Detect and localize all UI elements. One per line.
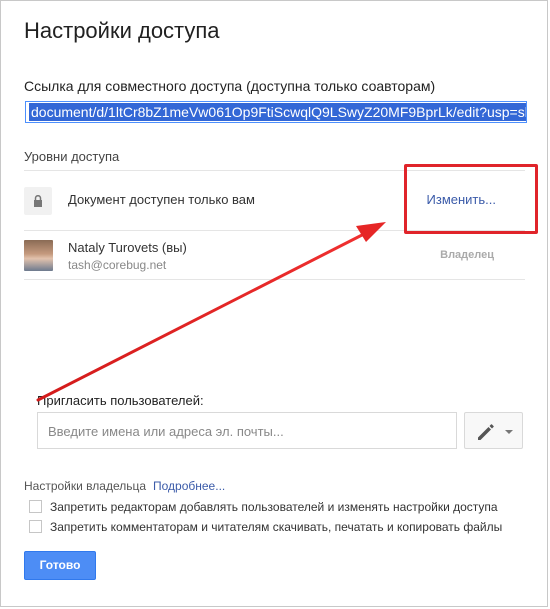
lock-icon	[24, 187, 52, 215]
pencil-icon	[478, 424, 494, 440]
divider	[24, 279, 525, 280]
checkbox-label: Запретить редакторам добавлять пользоват…	[50, 500, 498, 514]
document-access-text: Документ доступен только вам	[68, 192, 255, 207]
access-levels-label: Уровни доступа	[24, 149, 120, 164]
invite-label: Пригласить пользователей:	[37, 393, 204, 408]
chevron-down-icon	[505, 430, 513, 434]
checkbox[interactable]	[29, 500, 42, 513]
invite-input[interactable]: Введите имена или адреса эл. почты...	[37, 412, 457, 449]
checkbox[interactable]	[29, 520, 42, 533]
learn-more-link[interactable]: Подробнее...	[153, 479, 225, 493]
checkbox-label: Запретить комментаторам и читателям скач…	[50, 520, 503, 534]
permission-dropdown[interactable]	[464, 412, 523, 449]
share-link-field[interactable]: document/d/1ltCr8bZ1meVw061Op9FtiScwqlQ9…	[25, 101, 527, 123]
dialog-title: Настройки доступа	[24, 18, 220, 43]
done-button[interactable]: Готово	[24, 551, 96, 580]
checkbox-row[interactable]: Запретить редакторам добавлять пользоват…	[29, 500, 498, 514]
sharing-dialog: Настройки доступа Ссылка для совместного…	[0, 0, 548, 607]
owner-role-label: Владелец	[440, 249, 494, 261]
share-link-value[interactable]: document/d/1ltCr8bZ1meVw061Op9FtiScwqlQ9…	[29, 103, 526, 121]
avatar	[24, 240, 53, 271]
user-row: Nataly Turovets (вы) tash@corebug.net Вл…	[24, 240, 525, 274]
annotation-highlight-box	[404, 164, 538, 234]
owner-settings-label: Настройки владельца	[24, 479, 147, 493]
user-email: tash@corebug.net	[68, 258, 167, 272]
user-name: Nataly Turovets (вы)	[68, 240, 187, 255]
checkbox-row[interactable]: Запретить комментаторам и читателям скач…	[29, 520, 502, 534]
share-link-label: Ссылка для совместного доступа (доступна…	[24, 78, 436, 94]
